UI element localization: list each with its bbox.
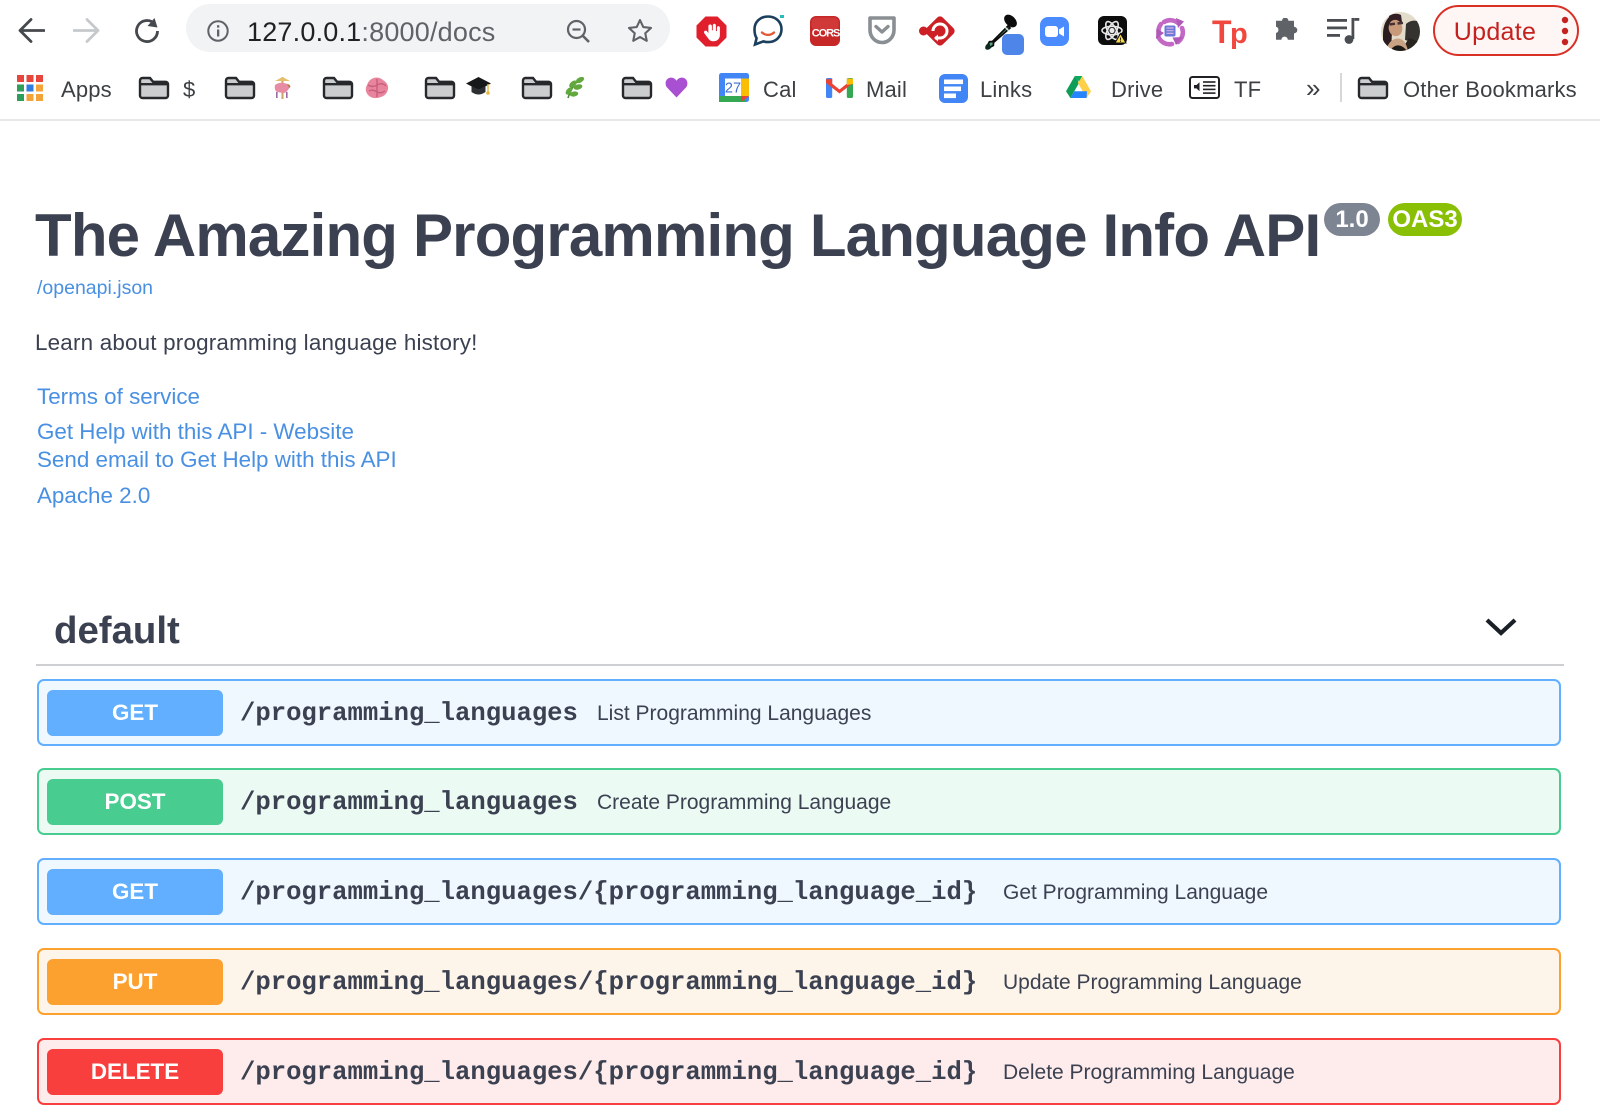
svg-text:CORS: CORS: [812, 28, 840, 40]
svg-text:27: 27: [725, 81, 741, 97]
svg-text:!: !: [1119, 37, 1121, 44]
